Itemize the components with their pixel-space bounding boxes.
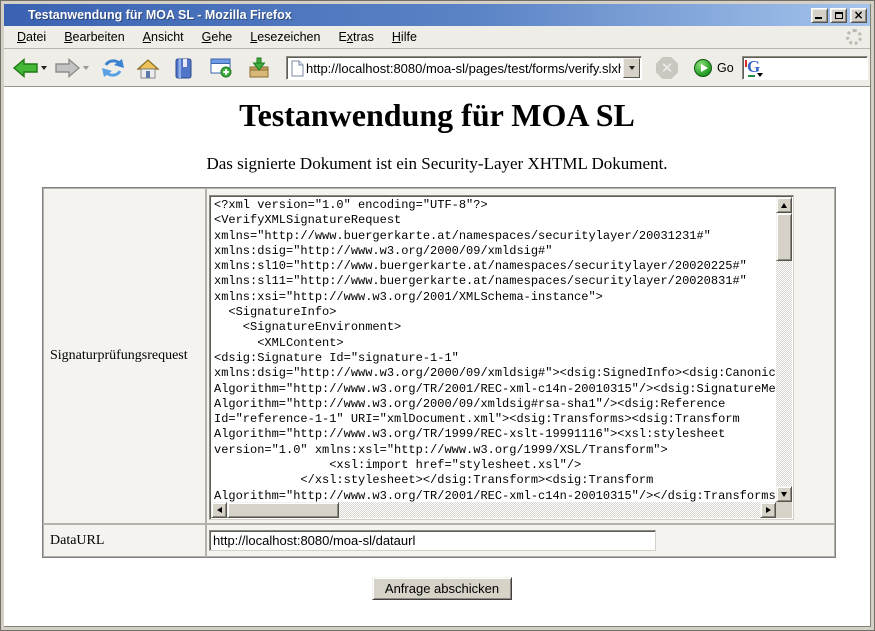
go-label: Go [717,61,734,75]
arrow-left-icon [217,507,222,513]
page-content: Testanwendung für MOA SL Das signierte D… [4,87,870,626]
window-titlebar[interactable]: Testanwendung für MOA SL - Mozilla Firef… [4,4,870,26]
scroll-up-button[interactable] [776,197,792,213]
page-icon [290,60,304,77]
page-title: Testanwendung für MOA SL [4,97,870,134]
request-textarea-cell: <?xml version="1.0" encoding="UTF-8"?> <… [206,188,835,524]
downloads-button[interactable] [245,55,273,82]
search-engine-dropdown-icon[interactable] [757,73,763,77]
menubar: Datei Bearbeiten Ansicht Gehe Lesezeiche… [4,26,870,49]
close-icon: × [853,10,863,20]
request-label: Signaturprüfungsrequest [50,348,188,364]
menu-hilfe[interactable]: Hilfe [383,27,426,47]
dataurl-input-cell [206,524,835,557]
arrow-up-icon [781,203,787,208]
stop-icon: ✕ [656,57,678,79]
google-search-icon[interactable]: G [745,59,763,77]
home-button[interactable] [134,55,162,82]
downloads-icon [247,57,271,80]
menu-ansicht[interactable]: Ansicht [134,27,193,47]
throbber-icon [846,29,862,45]
submit-request-button[interactable]: Anfrage abschicken [372,577,512,600]
dataurl-label: DataURL [50,533,104,549]
horizontal-scrollbar[interactable] [211,502,776,518]
request-label-cell: Signaturprüfungsrequest [43,188,206,524]
dataurl-input[interactable] [209,530,656,551]
navigation-toolbar: ✕ Go G [4,49,870,87]
close-button[interactable]: × [850,8,867,23]
maximize-icon [835,12,843,19]
scroll-down-button[interactable] [776,486,792,502]
arrow-down-icon [781,492,787,497]
go-button[interactable]: Go [692,57,736,79]
search-input[interactable] [763,59,865,77]
forward-button[interactable] [52,55,91,81]
scroll-right-button[interactable] [760,502,776,518]
request-textarea[interactable]: <?xml version="1.0" encoding="UTF-8"?> <… [209,195,794,520]
vertical-scroll-thumb[interactable] [776,213,792,261]
stop-button[interactable]: ✕ [654,55,680,81]
search-bar[interactable]: G [742,56,868,80]
chevron-down-icon [629,66,635,70]
back-icon [12,57,39,79]
reload-icon [101,56,125,80]
horizontal-scroll-thumb[interactable] [227,502,339,518]
minimize-button[interactable] [811,8,828,23]
home-icon [136,57,160,80]
maximize-button[interactable] [830,8,847,23]
forward-icon [54,57,81,79]
page-subtitle: Das signierte Dokument ist ein Security-… [4,154,870,174]
scrollbar-corner [776,502,792,518]
request-xml-content[interactable]: <?xml version="1.0" encoding="UTF-8"?> <… [211,197,776,502]
url-dropdown-button[interactable] [623,58,640,78]
verify-form-table: Signaturprüfungsrequest <?xml version="1… [42,187,836,558]
bookmarks-icon [173,57,194,80]
back-dropdown-icon[interactable] [41,66,47,70]
menu-bearbeiten[interactable]: Bearbeiten [55,27,133,47]
window-title: Testanwendung für MOA SL - Mozilla Firef… [28,8,811,22]
go-icon [694,59,712,77]
new-window-button[interactable] [207,55,235,81]
new-window-icon [209,57,233,79]
url-input[interactable] [304,59,623,77]
menu-extras[interactable]: Extras [329,27,382,47]
back-button[interactable] [10,55,49,81]
firefox-icon [8,8,23,23]
menu-datei[interactable]: Datei [8,27,55,47]
scroll-left-button[interactable] [211,502,227,518]
browser-window: Testanwendung für MOA SL - Mozilla Firef… [0,0,875,631]
submit-request-label: Anfrage abschicken [385,581,499,596]
menu-lesezeichen[interactable]: Lesezeichen [241,27,329,47]
menu-gehe[interactable]: Gehe [193,27,242,47]
forward-dropdown-icon[interactable] [83,66,89,70]
minimize-icon [815,17,822,19]
dataurl-label-cell: DataURL [43,524,206,557]
arrow-right-icon [766,507,771,513]
vertical-scrollbar[interactable] [776,197,792,502]
reload-button[interactable] [99,54,127,82]
bookmarks-button[interactable] [171,55,196,82]
url-bar[interactable] [286,56,642,80]
